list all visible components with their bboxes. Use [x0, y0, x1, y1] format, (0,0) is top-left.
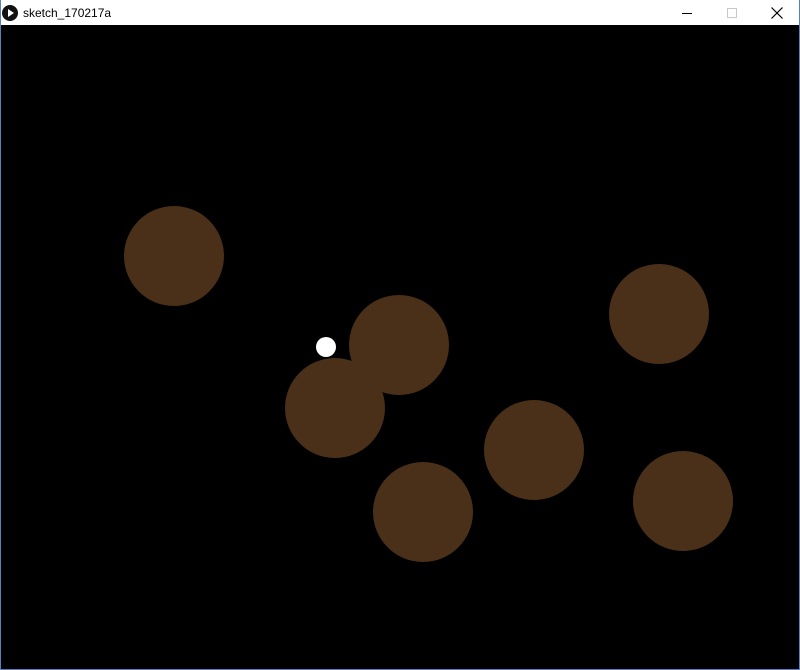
obstacle-circle — [609, 264, 709, 364]
processing-play-icon[interactable] — [2, 4, 18, 21]
window-controls — [664, 0, 799, 25]
close-icon — [770, 6, 783, 19]
obstacle-circle — [633, 451, 733, 551]
minimize-icon — [681, 12, 692, 14]
window-title: sketch_170217a — [23, 5, 112, 20]
obstacle-circle — [373, 462, 473, 562]
obstacle-circle — [124, 206, 224, 306]
obstacle-circle — [484, 400, 584, 500]
minimize-button[interactable] — [664, 0, 709, 25]
maximize-button[interactable] — [709, 0, 754, 25]
close-button[interactable] — [754, 0, 799, 25]
sketch-window: sketch_170217a — [0, 0, 800, 670]
title-bar[interactable]: sketch_170217a — [1, 0, 799, 25]
obstacle-circle — [285, 358, 385, 458]
sketch-canvas[interactable] — [1, 25, 799, 669]
player-ball — [316, 337, 336, 357]
sketch-drawing — [124, 206, 733, 562]
maximize-icon — [726, 7, 737, 18]
